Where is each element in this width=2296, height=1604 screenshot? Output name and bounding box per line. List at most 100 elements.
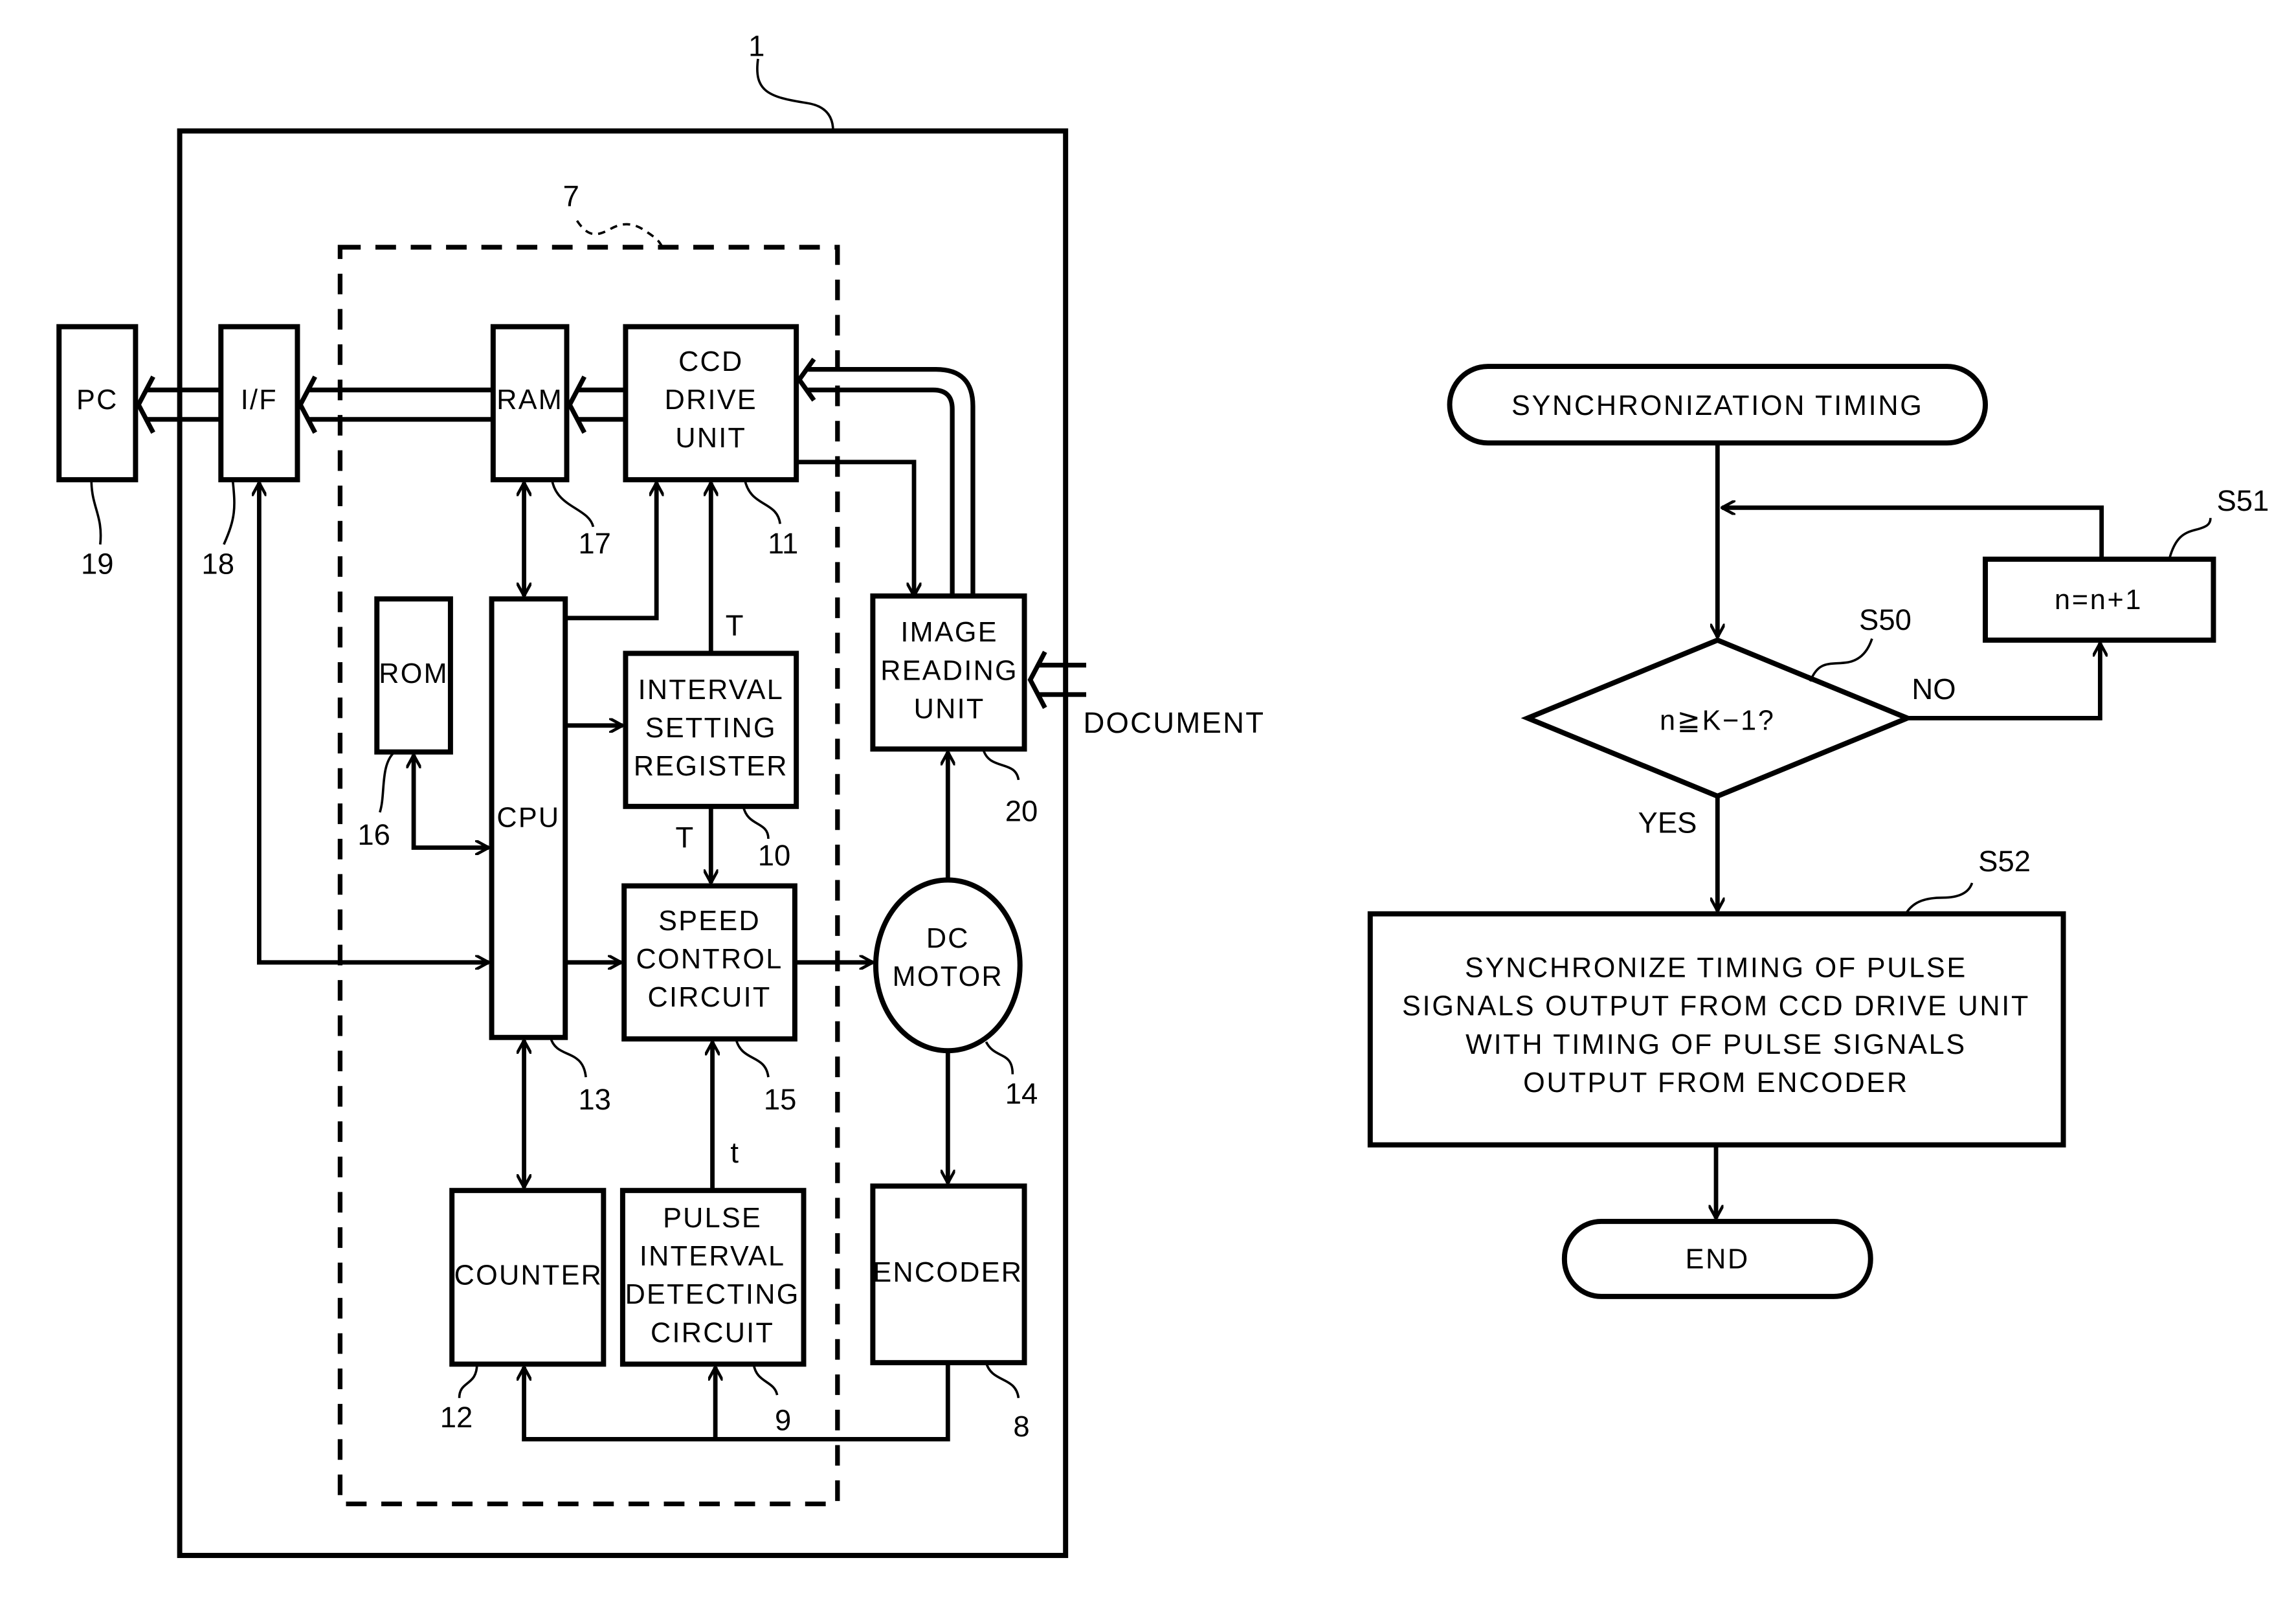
svg-text:RAM: RAM	[496, 384, 563, 416]
interface-block: I/F	[218, 324, 300, 483]
svg-text:CPU: CPU	[496, 803, 560, 834]
ram-leader	[550, 479, 595, 528]
encoder-ref: 8	[1013, 1410, 1029, 1443]
ccd-drive-unit-block: CCD DRIVE UNIT	[623, 324, 799, 483]
s52-leader	[1904, 882, 1974, 915]
svg-text:n≧K−1?: n≧K−1?	[1660, 706, 1776, 737]
dc-motor-block: DC MOTOR	[873, 877, 1023, 1054]
flowchart: SYNCHRONIZATION TIMING n≧K−1? S50 NO YES…	[1367, 364, 2269, 1299]
s52-ref: S52	[1978, 845, 2031, 878]
arrow-ccd-to-iru	[796, 460, 914, 596]
counter-block: COUNTER	[449, 1188, 607, 1367]
svg-text:SYNCHRONIZATION TIMING: SYNCHRONIZATION TIMING	[1511, 390, 1924, 421]
svg-text:INTERVAL: INTERVAL	[638, 674, 784, 706]
svg-text:SYNCHRONIZE TIMING OF PULSE: SYNCHRONIZE TIMING OF PULSE	[1465, 953, 1967, 984]
rom-leader	[379, 751, 396, 813]
svg-text:n=n+1: n=n+1	[2055, 585, 2143, 616]
patent-figure: 1 7 PC 19 I/F 18 RAM 17 CCD DRIVE UNIT 1…	[56, 29, 2269, 1558]
svg-text:REGISTER: REGISTER	[634, 751, 788, 782]
decision-diamond: n≧K−1?	[1521, 637, 1915, 799]
s51-leader	[2168, 518, 2212, 560]
svg-text:UNIT: UNIT	[914, 693, 985, 724]
svg-text:INTERVAL: INTERVAL	[640, 1241, 785, 1272]
arrow-encoder-to-counter	[524, 1363, 950, 1442]
cpu-leader	[549, 1037, 587, 1078]
end-terminator: END	[1561, 1218, 1873, 1299]
svg-text:END: END	[1686, 1244, 1750, 1275]
svg-text:CIRCUIT: CIRCUIT	[648, 982, 772, 1013]
rom-block: ROM	[374, 596, 453, 755]
image-reading-unit-block: IMAGE READING UNIT	[870, 593, 1027, 752]
svg-text:READING: READING	[880, 655, 1018, 686]
svg-text:PULSE: PULSE	[663, 1203, 762, 1234]
no-label: NO	[1911, 673, 1956, 706]
rom-ref: 16	[357, 818, 390, 851]
s50-leader	[1809, 638, 1873, 682]
signal-t-lower: t	[730, 1136, 739, 1169]
ccd-ref: 11	[768, 527, 798, 560]
svg-text:UNIT: UNIT	[675, 423, 746, 454]
speed-control-circuit-block: SPEED CONTROL CIRCUIT	[621, 883, 797, 1041]
bus-ram-to-if	[297, 375, 493, 434]
iru-ref: 20	[1005, 795, 1038, 828]
svg-text:MOTOR: MOTOR	[893, 961, 1003, 992]
pc-leader	[90, 480, 102, 545]
svg-text:SETTING: SETTING	[645, 713, 777, 744]
signal-t-middle: T	[675, 821, 693, 854]
ram-ref: 17	[578, 527, 611, 560]
increment-box: n=n+1	[1983, 556, 2216, 643]
svg-text:CCD: CCD	[678, 346, 743, 377]
document-label: DOCUMENT	[1083, 706, 1265, 739]
ccd-leader	[743, 479, 781, 524]
s50-ref: S50	[1859, 603, 1911, 636]
cpu-block: CPU	[489, 596, 568, 1040]
svg-text:ENCODER: ENCODER	[873, 1257, 1023, 1288]
counter-leader	[458, 1364, 478, 1398]
bus-document-to-iru	[1027, 651, 1087, 709]
bus-ccd-to-ram	[566, 375, 626, 434]
encoder-leader	[985, 1362, 1020, 1399]
svg-text:SPEED: SPEED	[658, 906, 761, 937]
svg-text:IMAGE: IMAGE	[900, 617, 998, 648]
if-ref: 18	[201, 548, 234, 581]
process-box: SYNCHRONIZE TIMING OF PULSE SIGNALS OUTP…	[1367, 911, 2066, 1148]
pc-ref: 19	[81, 548, 114, 581]
pc-block: PC	[56, 324, 139, 483]
isr-leader	[742, 806, 770, 839]
svg-text:CONTROL: CONTROL	[636, 944, 783, 975]
block-diagram: 1 7 PC 19 I/F 18 RAM 17 CCD DRIVE UNIT 1…	[56, 29, 1265, 1558]
scc-ref: 15	[764, 1083, 797, 1116]
signal-t-upper: T	[726, 609, 744, 642]
svg-text:PC: PC	[76, 384, 118, 416]
counter-ref: 12	[440, 1401, 473, 1434]
apparatus-ref: 1	[748, 29, 764, 62]
controller-leader	[575, 219, 663, 248]
yes-label: YES	[1638, 807, 1697, 840]
svg-text:DETECTING: DETECTING	[625, 1279, 800, 1310]
apparatus-leader	[756, 58, 834, 131]
arrow-rom-cpu	[414, 755, 489, 847]
svg-text:CIRCUIT: CIRCUIT	[651, 1317, 774, 1348]
bus-iru-to-ccd	[796, 357, 975, 596]
pidc-leader	[752, 1364, 779, 1396]
isr-ref: 10	[758, 839, 791, 872]
s51-ref: S51	[2216, 484, 2269, 517]
controller-ref: 7	[563, 179, 579, 212]
iru-leader	[982, 748, 1020, 781]
svg-text:COUNTER: COUNTER	[454, 1260, 603, 1291]
svg-text:SIGNALS OUTPUT FROM CCD DRIVE: SIGNALS OUTPUT FROM CCD DRIVE UNIT	[1402, 991, 2030, 1022]
motor-ref: 14	[1005, 1077, 1038, 1110]
interval-setting-register-block: INTERVAL SETTING REGISTER	[623, 651, 799, 809]
scc-leader	[735, 1038, 770, 1078]
encoder-block: ENCODER	[870, 1183, 1027, 1366]
svg-text:DC: DC	[926, 923, 970, 954]
pulse-interval-detecting-circuit-block: PULSE INTERVAL DETECTING CIRCUIT	[619, 1188, 807, 1367]
svg-text:ROM: ROM	[379, 658, 449, 689]
motor-leader	[985, 1041, 1014, 1075]
svg-text:OUTPUT FROM ENCODER: OUTPUT FROM ENCODER	[1523, 1067, 1909, 1098]
pidc-ref: 9	[775, 1404, 791, 1437]
if-leader	[223, 479, 236, 545]
start-terminator: SYNCHRONIZATION TIMING	[1447, 364, 1989, 446]
svg-text:DRIVE: DRIVE	[665, 384, 757, 416]
ram-block: RAM	[490, 324, 570, 483]
